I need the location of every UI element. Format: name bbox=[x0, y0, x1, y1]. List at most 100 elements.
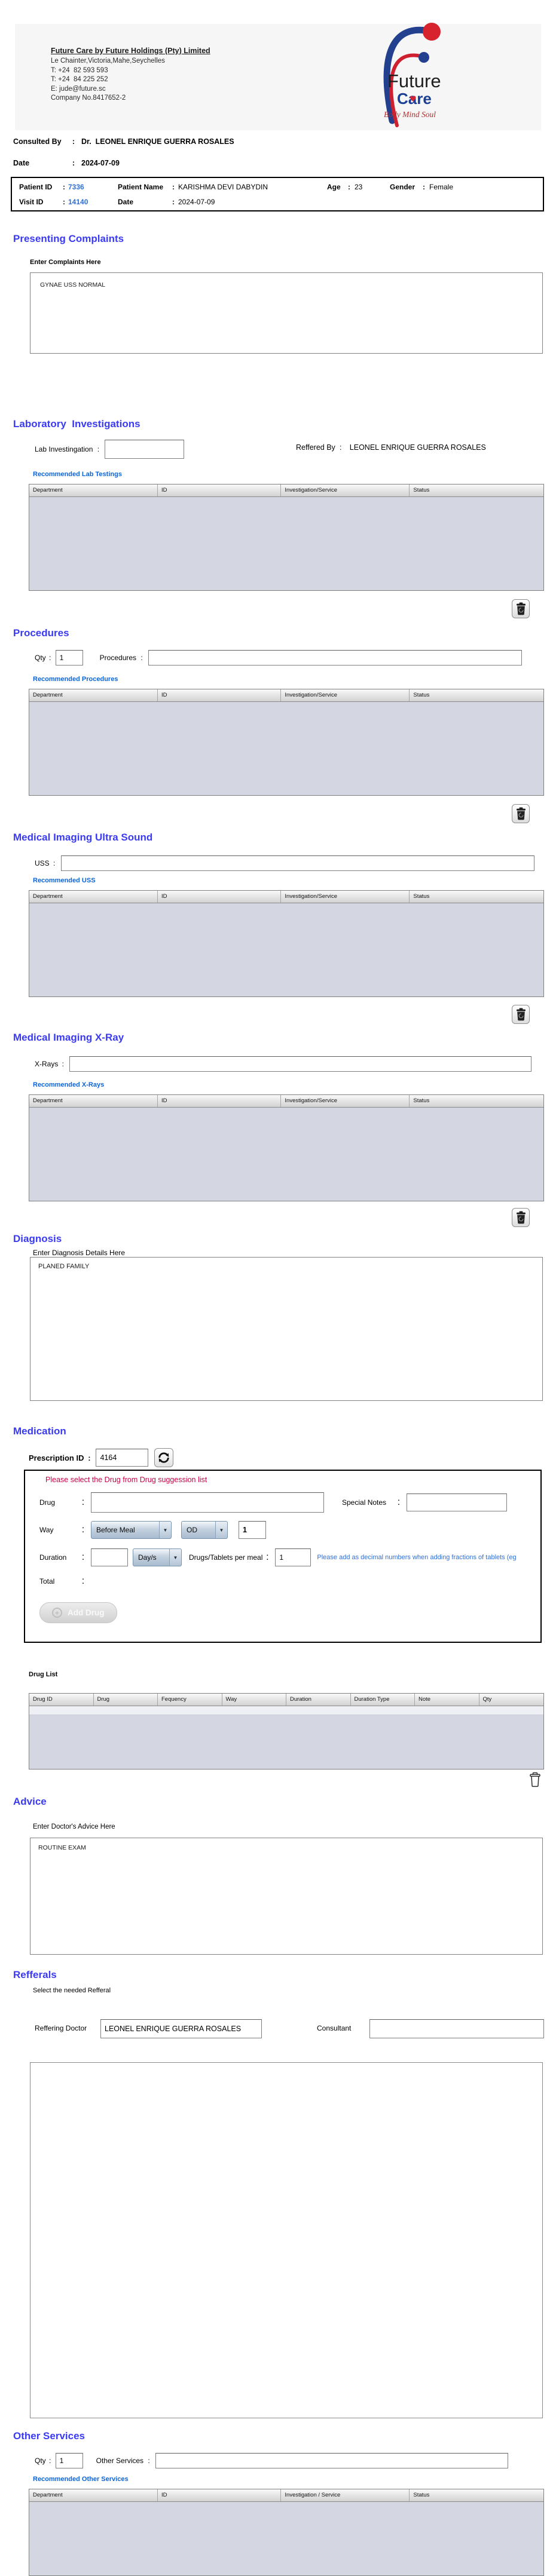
patient-id-group: Patient ID : 7336 bbox=[19, 183, 84, 191]
company-phone-1: T: +24 82 593 593 bbox=[51, 66, 210, 76]
company-number: Company No.8417652-2 bbox=[51, 94, 210, 103]
reffering-doctor-input[interactable] bbox=[100, 2019, 262, 2038]
column-header-investigation: Investigation/Service bbox=[281, 689, 410, 701]
other-services-qty-input[interactable] bbox=[56, 2453, 83, 2468]
lab-table-header: Department ID Investigation/Service Stat… bbox=[29, 484, 543, 497]
section-title-procedures: Procedures bbox=[13, 627, 69, 639]
uss-table-body[interactable] bbox=[29, 903, 543, 996]
add-drug-label: Add Drug bbox=[68, 1608, 105, 1617]
xray-table-header: Department ID Investigation/Service Stat… bbox=[29, 1095, 543, 1108]
duration-label: Duration bbox=[39, 1553, 80, 1562]
lab-investigation-input[interactable] bbox=[105, 440, 184, 459]
patient-info-box: Patient ID : 7336 Patient Name : KARISHM… bbox=[11, 177, 544, 211]
drug-list-table: Drug ID Drug Fequency Way Duration Durat… bbox=[29, 1693, 544, 1770]
colon: : bbox=[47, 654, 53, 662]
prescription-row: Prescription ID : bbox=[29, 1448, 173, 1467]
visit-date-group: Date : 2024-07-09 bbox=[118, 198, 215, 206]
colon: : bbox=[170, 198, 176, 206]
frequency-select[interactable]: OD ▼ bbox=[181, 1521, 228, 1539]
per-meal-input[interactable] bbox=[275, 1548, 311, 1566]
company-phone-2: T: +24 84 225 252 bbox=[51, 75, 210, 85]
lab-table-body[interactable] bbox=[29, 497, 543, 590]
other-services-qty-label: Qty bbox=[35, 2457, 46, 2465]
consultant-input[interactable] bbox=[369, 2019, 544, 2038]
prescription-id-input[interactable] bbox=[96, 1449, 148, 1467]
refferal-listbox[interactable] bbox=[30, 2062, 543, 2418]
procedures-table-body[interactable] bbox=[29, 702, 543, 795]
meal-count-input[interactable] bbox=[239, 1521, 266, 1539]
delete-xray-button[interactable] bbox=[512, 1208, 530, 1227]
colon: : bbox=[61, 183, 67, 191]
future-care-logo: Future Care ♥ Body Mind Soul bbox=[359, 14, 478, 129]
duration-type-select[interactable]: Day/s ▼ bbox=[133, 1548, 182, 1566]
column-header-investigation: Investigation/Service bbox=[281, 891, 410, 903]
complaints-textarea[interactable]: GYNAE USS NORMAL bbox=[30, 272, 543, 354]
colon: : bbox=[60, 1060, 66, 1068]
column-header-qty: Qty bbox=[479, 1694, 544, 1706]
column-header-department: Department bbox=[29, 2489, 158, 2501]
special-notes-label: Special Notes bbox=[342, 1498, 396, 1507]
consulted-by-label: Consulted By bbox=[13, 137, 71, 146]
diagnosis-hint: Enter Diagnosis Details Here bbox=[33, 1249, 125, 1257]
xray-table-body[interactable] bbox=[29, 1108, 543, 1201]
visit-id-group: Visit ID : 14140 bbox=[19, 198, 88, 206]
dropdown-arrow-icon: ▼ bbox=[169, 1549, 181, 1566]
section-title-laboratory: Laboratory Investigations bbox=[13, 418, 140, 430]
company-name: Future Care by Future Holdings (Pty) Lim… bbox=[51, 47, 210, 55]
other-services-table-body[interactable] bbox=[29, 2502, 543, 2575]
trash-icon bbox=[515, 1211, 527, 1224]
gender-value: Female bbox=[429, 183, 453, 191]
column-header-id: ID bbox=[158, 891, 281, 903]
colon: : bbox=[80, 1552, 86, 1563]
recommended-uss-link[interactable]: Recommended USS bbox=[33, 877, 96, 884]
special-notes-input[interactable] bbox=[407, 1494, 507, 1511]
recommended-other-services-link[interactable]: Recommended Other Services bbox=[33, 2476, 129, 2483]
drug-table-empty-row bbox=[29, 1706, 543, 1715]
consultant-label: Consultant bbox=[317, 2024, 351, 2032]
delete-procedure-button[interactable] bbox=[512, 804, 530, 823]
way-select[interactable]: Before Meal ▼ bbox=[91, 1521, 172, 1539]
delete-uss-button[interactable] bbox=[512, 1005, 530, 1024]
advice-textarea[interactable]: ROUTINE EXAM bbox=[30, 1838, 543, 1955]
add-drug-button[interactable]: + Add Drug bbox=[39, 1602, 117, 1623]
colon: : bbox=[80, 1576, 86, 1587]
delete-drug-button[interactable] bbox=[528, 1772, 542, 1790]
section-title-advice: Advice bbox=[13, 1796, 47, 1808]
delete-lab-test-button[interactable] bbox=[512, 599, 530, 618]
recommended-xrays-link[interactable]: Recommended X-Rays bbox=[33, 1081, 104, 1088]
way-row: Way : Before Meal ▼ OD ▼ bbox=[25, 1521, 540, 1539]
age-value: 23 bbox=[355, 183, 362, 191]
plus-circle-icon: + bbox=[52, 1608, 62, 1618]
diagnosis-textarea[interactable]: PLANED FAMILY bbox=[30, 1257, 543, 1401]
procedures-input[interactable] bbox=[148, 650, 522, 666]
colon: : bbox=[80, 1497, 86, 1508]
recommended-lab-testings-link[interactable]: Recommended Lab Testings bbox=[33, 471, 122, 478]
drug-table-body[interactable] bbox=[29, 1715, 543, 1769]
total-row: Total : bbox=[25, 1576, 540, 1587]
section-title-medication: Medication bbox=[13, 1425, 66, 1437]
colon: : bbox=[338, 443, 344, 452]
duration-input[interactable] bbox=[91, 1548, 128, 1566]
other-services-input[interactable] bbox=[155, 2453, 508, 2468]
xray-table: Department ID Investigation/Service Stat… bbox=[29, 1094, 544, 1201]
patient-gender-group: Gender : Female bbox=[390, 183, 453, 191]
visit-date-label: Date bbox=[118, 198, 170, 206]
recommended-procedures-link[interactable]: Recommended Procedures bbox=[33, 676, 118, 683]
company-email: E: jude@future.sc bbox=[51, 85, 210, 94]
refresh-prescription-button[interactable] bbox=[154, 1448, 173, 1467]
procedures-qty-input[interactable] bbox=[56, 650, 83, 666]
uss-input[interactable] bbox=[61, 855, 534, 871]
way-label: Way bbox=[39, 1526, 80, 1534]
column-header-status: Status bbox=[410, 891, 543, 903]
column-header-drug: Drug bbox=[94, 1694, 158, 1706]
column-header-status: Status bbox=[410, 2489, 543, 2501]
column-header-investigation: Investigation/Service bbox=[281, 1095, 410, 1107]
colon: : bbox=[80, 1525, 86, 1535]
xrays-input[interactable] bbox=[69, 1056, 531, 1072]
complaints-text: GYNAE USS NORMAL bbox=[30, 273, 542, 297]
procedures-table-header: Department ID Investigation/Service Stat… bbox=[29, 689, 543, 702]
column-header-status: Status bbox=[410, 484, 543, 496]
section-title-ultrasound: Medical Imaging Ultra Sound bbox=[13, 832, 152, 844]
column-header-note: Note bbox=[415, 1694, 479, 1706]
drug-input[interactable] bbox=[91, 1492, 324, 1513]
